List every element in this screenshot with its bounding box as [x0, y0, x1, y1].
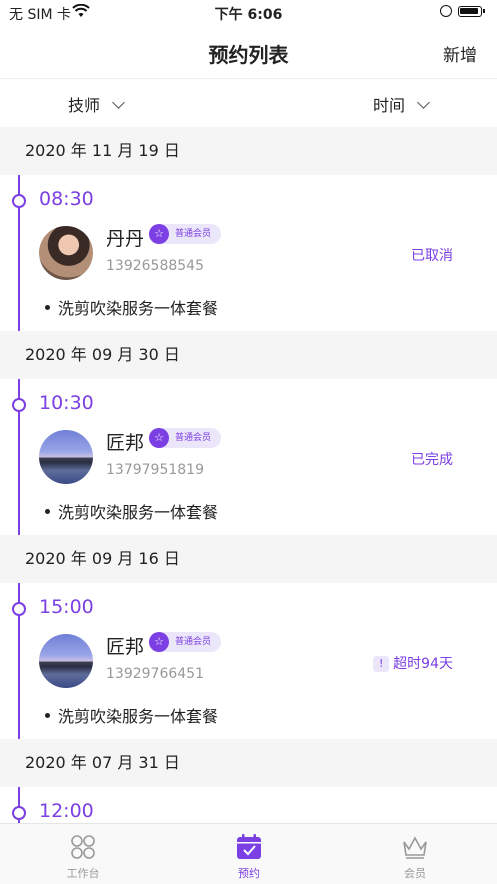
member-badge: ☆ 普通会员 [149, 224, 222, 244]
filter-bar: 技师 时间 [0, 79, 497, 127]
battery-icon [458, 6, 485, 17]
time-filter-label: 时间 [373, 96, 406, 115]
status-label: 已完成 [411, 452, 453, 468]
tab-members[interactable]: 会员 [332, 824, 497, 884]
add-button[interactable]: 新增 [443, 41, 477, 66]
appointment-time: 15:00 [39, 596, 94, 618]
timeline-dot [12, 194, 26, 208]
orientation-lock-icon [440, 5, 452, 17]
service-item: 洗剪吹染服务一体套餐 [45, 295, 218, 319]
chevron-down-icon [417, 96, 430, 109]
technician-filter[interactable]: 技师 [68, 92, 125, 116]
avatar [39, 430, 93, 484]
technician-filter-label: 技师 [68, 96, 101, 115]
phone-number: 13929766451 [106, 666, 204, 682]
status-time: 下午 6:06 [214, 7, 283, 23]
time-filter[interactable]: 时间 [373, 92, 430, 116]
chevron-down-icon [112, 96, 125, 109]
page-title: 预约列表 [208, 43, 289, 67]
service-name: 洗剪吹染服务一体套餐 [58, 707, 219, 726]
avatar [39, 226, 93, 280]
bullet-icon [45, 713, 50, 718]
service-item: 洗剪吹染服务一体套餐 [45, 499, 218, 523]
appointment-card[interactable]: 10:30 匠邦 ☆ 普通会员 13797951819 已完成 洗剪吹染服务一体套… [0, 379, 497, 535]
appointment-group: 2020 年 11 月 19 日 08:30 丹丹 ☆ 普通会员 13926588… [0, 127, 497, 331]
member-badge: ☆ 普通会员 [149, 428, 222, 448]
tab-appointments-label: 预约 [238, 867, 260, 880]
appointment-card[interactable]: 12:00 [0, 787, 497, 823]
appointment-time: 12:00 [39, 800, 94, 822]
service-name: 洗剪吹染服务一体套餐 [58, 299, 219, 318]
appointment-group: 2020 年 09 月 30 日 10:30 匠邦 ☆ 普通会员 13797951… [0, 331, 497, 535]
star-icon: ☆ [149, 632, 169, 652]
appointment-group: 2020 年 09 月 16 日 15:00 匠邦 ☆ 普通会员 13929766… [0, 535, 497, 739]
tab-workbench[interactable]: 工作台 [0, 824, 166, 884]
avatar [39, 634, 93, 688]
date-header: 2020 年 09 月 16 日 [0, 535, 497, 583]
member-badge-label: 普通会员 [175, 229, 212, 239]
date-header: 2020 年 07 月 31 日 [0, 739, 497, 787]
appointment-time: 08:30 [39, 188, 94, 210]
tab-workbench-label: 工作台 [66, 867, 100, 880]
navigation-bar: 预约列表 新增 [0, 26, 497, 79]
customer-name: 匠邦 [106, 636, 145, 658]
member-badge: ☆ 普通会员 [149, 632, 222, 652]
member-badge-label: 普通会员 [175, 433, 212, 443]
timeline-dot [12, 806, 26, 820]
date-header: 2020 年 11 月 19 日 [0, 127, 497, 175]
service-name: 洗剪吹染服务一体套餐 [58, 503, 219, 522]
appointment-group: 2020 年 07 月 31 日 12:00 [0, 739, 497, 823]
tab-bar: 工作台 预约 会员 [0, 823, 497, 884]
timeline-dot [12, 602, 26, 616]
appointment-list[interactable]: 2020 年 11 月 19 日 08:30 丹丹 ☆ 普通会员 13926588… [0, 127, 497, 823]
tab-members-label: 会员 [404, 867, 426, 880]
workbench-icon [70, 834, 96, 860]
bullet-icon [45, 305, 50, 310]
overdue-status: ! 超时94天 [373, 653, 453, 673]
status-bar: 无 SIM 卡 下午 6:06 [0, 0, 497, 26]
appointment-card[interactable]: 15:00 匠邦 ☆ 普通会员 13929766451 ! 超时94天 洗剪吹染服务… [0, 583, 497, 739]
member-badge-label: 普通会员 [175, 637, 212, 647]
timeline-dot [12, 398, 26, 412]
warning-icon: ! [373, 656, 390, 672]
appointment-card[interactable]: 08:30 丹丹 ☆ 普通会员 13926588545 已取消 洗剪吹染服务一体套… [0, 175, 497, 331]
date-header: 2020 年 09 月 30 日 [0, 331, 497, 379]
calendar-check-icon [236, 834, 262, 860]
crown-icon [402, 834, 428, 860]
star-icon: ☆ [149, 224, 169, 244]
phone-number: 13926588545 [106, 258, 204, 274]
tab-appointments[interactable]: 预约 [166, 824, 332, 884]
customer-name: 匠邦 [106, 432, 145, 454]
phone-number: 13797951819 [106, 462, 204, 478]
bullet-icon [45, 509, 50, 514]
customer-name: 丹丹 [106, 228, 145, 250]
star-icon: ☆ [149, 428, 169, 448]
status-label: 已取消 [411, 248, 453, 264]
service-item: 洗剪吹染服务一体套餐 [45, 703, 218, 727]
overdue-label: 超时94天 [393, 656, 453, 672]
appointment-time: 10:30 [39, 392, 94, 414]
